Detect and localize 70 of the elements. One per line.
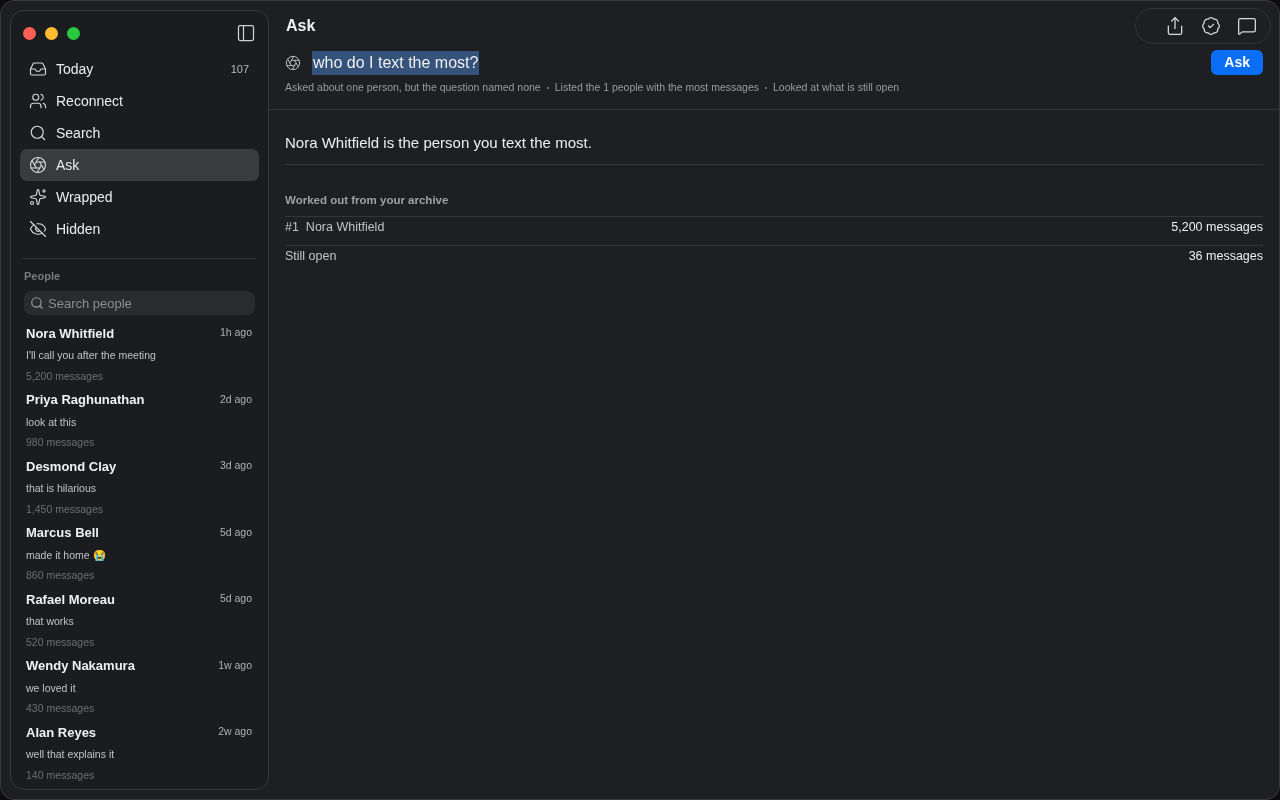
page-title: Ask	[286, 16, 316, 36]
person-name[interactable]: Marcus Bell	[26, 523, 99, 543]
timestamp: 1w ago	[218, 657, 252, 673]
sidebar-item-label: Today	[56, 59, 95, 79]
message-preview: well that explains it	[26, 747, 116, 762]
count-label: 107	[230, 61, 249, 77]
feedback-icon[interactable]	[1237, 16, 1257, 36]
step-note: Listed the 1 people with the most messages	[554, 80, 759, 95]
message-count: 860 messages	[26, 568, 96, 584]
message-count: 520 messages	[26, 634, 96, 650]
timestamp: 3d ago	[219, 458, 252, 474]
sidebar-item[interactable]: Search	[20, 117, 259, 149]
person-name[interactable]: Wendy Nakamura	[26, 656, 135, 676]
result-value: 36 messages	[1188, 248, 1263, 266]
timestamp: 2w ago	[218, 724, 252, 740]
sidebar-item-label: Reconnect	[56, 91, 124, 111]
sidebar-item[interactable]: Ask	[20, 149, 259, 181]
message-preview: look at this	[26, 414, 78, 430]
step-note: Looked at what is still open	[773, 80, 900, 95]
result-label: #1 Nora Whitfield	[285, 219, 385, 237]
sidebar-item-label: Hidden	[56, 219, 102, 239]
sidebar-item-label: Wrapped	[56, 187, 114, 207]
timestamp: 5d ago	[219, 524, 252, 540]
sidebar-item[interactable]: Today 107	[20, 53, 259, 85]
timestamp: 1h ago	[219, 325, 252, 341]
sidebar-item-label: Ask	[56, 155, 81, 175]
question-field[interactable]: who do I text the most?	[312, 50, 480, 75]
step-note: Asked about one person, but the question named none	[285, 80, 541, 95]
sparkle-icon	[29, 188, 47, 206]
close-window-button[interactable]	[23, 26, 36, 40]
sidebar-item-label: Search	[56, 123, 102, 143]
message-preview: we loved it	[26, 680, 77, 696]
aperture-icon	[29, 156, 47, 174]
sidebar-item[interactable]: Hidden	[20, 213, 259, 245]
sidebar-toggle-icon[interactable]	[236, 23, 256, 43]
message-preview: that is hilarious	[26, 481, 98, 496]
verified-badge-icon[interactable]	[1201, 16, 1221, 36]
ask-button[interactable]: Ask	[1211, 50, 1263, 75]
person-name[interactable]: Nora Whitfield	[26, 323, 115, 343]
message-preview: I'll call you after the meeting	[26, 348, 157, 363]
eye-slash-icon	[29, 220, 47, 238]
people-icon	[29, 92, 47, 110]
answer-text: Nora Whitfield is the person you text the most.	[285, 132, 593, 153]
result-value: 5,200 messages	[1171, 219, 1263, 237]
person-name[interactable]: Rafael Moreau	[26, 589, 115, 609]
search-icon	[29, 124, 47, 142]
person-name[interactable]: Desmond Clay	[26, 456, 117, 476]
share-icon[interactable]	[1165, 16, 1185, 36]
message-preview: that works	[26, 614, 75, 629]
timestamp: 2d ago	[219, 391, 252, 407]
zoom-window-button[interactable]	[67, 26, 80, 40]
message-preview: made it home 😭	[26, 547, 107, 563]
section-heading: Worked out from your archive	[285, 193, 450, 209]
message-count: 5,200 messages	[26, 368, 105, 384]
person-name[interactable]: Priya Raghunathan	[26, 390, 145, 410]
person-name[interactable]: Alan Reyes	[26, 722, 97, 742]
message-count: 980 messages	[26, 435, 96, 451]
sidebar-item[interactable]: Wrapped	[20, 181, 259, 213]
message-count: 1,450 messages	[26, 501, 105, 517]
tray-icon	[29, 60, 47, 78]
timestamp: 5d ago	[219, 591, 252, 607]
message-count: 430 messages	[26, 701, 96, 717]
result-label: Still open	[285, 248, 337, 266]
sidebar-item[interactable]: Reconnect	[20, 85, 259, 117]
search-icon	[30, 295, 44, 310]
search-field[interactable]: Search people	[24, 291, 255, 315]
section-heading: People	[23, 269, 62, 284]
message-count: 140 messages	[26, 767, 96, 783]
minimize-window-button[interactable]	[45, 26, 58, 40]
aperture-icon	[285, 54, 301, 71]
